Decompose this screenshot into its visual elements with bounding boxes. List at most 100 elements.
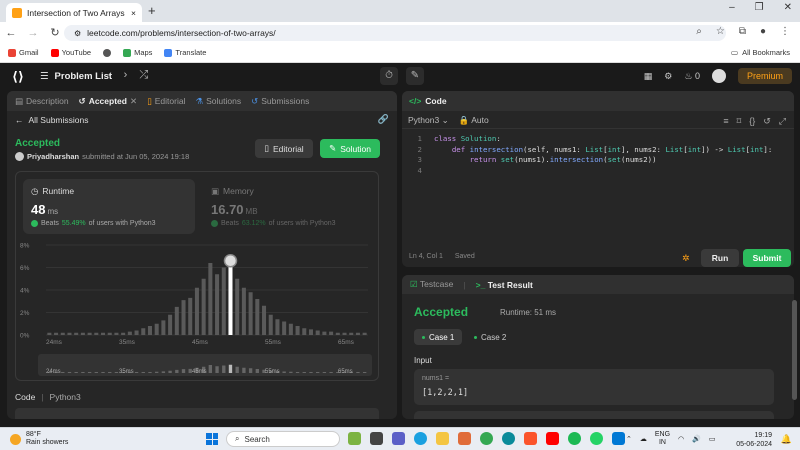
wifi-icon[interactable]: ◠ [678,435,684,443]
bookmark-youtube[interactable]: YouTube [50,48,91,57]
prev-problem-icon[interactable]: ‹ [108,69,112,82]
language-select[interactable]: Python3 ⌄ [408,115,449,126]
leetcode-logo-icon[interactable]: ⟨⟩ [12,69,24,85]
timer-icon[interactable]: ⏱ [380,67,398,85]
mini-x-tick-label: 55ms [265,369,280,375]
zoom-icon[interactable]: ⌕ [696,26,702,37]
shuffle-icon[interactable]: ⤮ [139,69,148,82]
tab-testcase[interactable]: ☑ Testcase [410,279,453,290]
close-tab-icon[interactable]: × [131,8,136,18]
brave-icon[interactable] [524,432,537,445]
memory-card[interactable]: ▣ Memory 16.70 MB Beats 63.12% of users with… [203,179,373,234]
tab-submissions[interactable]: ↺ Submissions [251,96,309,107]
bar [275,319,280,335]
battery-icon[interactable]: ▭ [709,435,716,443]
back-icon[interactable]: ← [0,27,22,39]
url-bar[interactable]: ⚙ leetcode.com/problems/intersection-of-… [64,25,726,41]
task-view-icon[interactable] [370,432,383,445]
widget-icon[interactable] [348,432,361,445]
spotify-icon[interactable] [568,432,581,445]
bookmark-translate[interactable]: Translate [164,48,206,57]
cloud-icon[interactable]: ☁ [640,435,647,443]
taskbar-search[interactable]: ⌕ Search [226,431,340,447]
tab-solutions[interactable]: ⚗ Solutions [195,96,241,107]
bookmark-maps[interactable]: Maps [123,48,152,57]
submit-button[interactable]: Submit [743,249,791,267]
system-clock[interactable]: 19:19 05-06-2024 [736,431,772,449]
all-submissions-link[interactable]: ← All Submissions [15,115,89,125]
bookmark-star-icon[interactable]: ☆ [716,26,725,37]
extensions-icon[interactable]: ⧉ [739,26,746,37]
minimize-button[interactable]: – [729,2,735,13]
code-text: class Solution: [434,134,501,143]
all-bookmarks[interactable]: ▭ All Bookmarks [731,48,790,57]
solution-button[interactable]: ✎ Solution [320,139,380,158]
streak-counter[interactable]: ♨ 0 [684,71,700,82]
runtime-distribution-chart[interactable]: 8% 6% 4% 2% 0% 24ms 35ms 45ms 55ms 65ms 24ms 35ms 45… [16,237,380,377]
format-icon[interactable]: ≡ [723,116,728,126]
system-tray: ⌃ ☁ ENG IN ◠ 🔊 ▭ [626,431,716,447]
volume-icon[interactable]: 🔊 [692,435,701,443]
case-1-tab[interactable]: Case 1 [414,329,463,345]
youtube-app-icon[interactable] [546,432,559,445]
expand-icon[interactable]: ⤢ [779,116,786,127]
tab-test-result[interactable]: >_ Test Result [476,280,533,290]
username[interactable]: Priyadharshan [27,152,79,161]
right-scrollbar[interactable] [792,300,797,400]
new-tab-button[interactable]: + [148,3,156,18]
debugger-icon[interactable]: ✲ [682,253,690,264]
site-info-icon[interactable]: ⚙ [74,29,81,38]
settings-gear-icon[interactable]: ⚙ [664,71,672,82]
chrome-icon[interactable] [480,432,493,445]
edge-icon[interactable] [414,432,427,445]
fire-icon: ♨ [684,70,693,81]
bookmark-icon[interactable]: ⌑ [737,116,742,127]
avatar[interactable] [711,69,726,83]
next-problem-icon[interactable]: › [124,69,128,82]
braces-icon[interactable]: {} [749,116,755,126]
photos-icon[interactable] [612,432,625,445]
tab-description[interactable]: ▤ Description [15,96,69,107]
browser-tab[interactable]: Intersection of Two Arrays - Lee × [6,3,142,22]
notification-bell-icon[interactable]: 🔔 [781,434,792,445]
language-indicator[interactable]: ENG IN [655,431,670,447]
runtime-card[interactable]: ◷ Runtime 48 ms Beats 55.49% of users with P… [23,179,195,234]
premium-button[interactable]: Premium [737,68,792,84]
edit-icon: ✎ [329,143,337,153]
share-link-icon[interactable]: 🔗 [378,114,389,125]
close-tab-x-icon[interactable]: ✕ [130,96,137,107]
bar [201,278,206,335]
teams-icon[interactable] [392,432,405,445]
file-explorer-icon[interactable] [436,432,449,445]
chip-icon: ▣ [211,186,220,196]
bookmark-gmail[interactable]: Gmail [8,48,39,57]
store-icon[interactable] [458,432,471,445]
notes-icon[interactable]: ✎ [406,67,424,85]
tray-chevron-icon[interactable]: ⌃ [626,435,632,443]
reload-icon[interactable]: ↻ [44,26,66,39]
problem-list-button[interactable]: ☰ Problem List [40,71,112,82]
code-editor[interactable]: 1 class Solution: 2 def intersection(self… [408,134,773,176]
auto-mode[interactable]: 🔒 Auto [459,115,489,126]
windows-start-icon[interactable] [206,433,218,445]
mini-bar [161,371,166,373]
layout-icon[interactable]: ▦ [644,71,653,82]
editorial-button[interactable]: ▯ Editorial [255,139,313,158]
problem-nav: ‹ › ⤮ [108,69,148,82]
weather-widget[interactable]: 88°F Rain showers [10,431,68,447]
whatsapp-icon[interactable] [590,432,603,445]
bookmark-globe[interactable] [103,48,112,57]
cursor-position: Ln 4, Col 1 [409,253,443,260]
edge-dev-icon[interactable] [502,432,515,445]
profile-icon[interactable]: ● [760,26,766,37]
maximize-button[interactable]: ❐ [755,2,764,13]
reset-icon[interactable]: ↺ [763,116,771,127]
case-2-tab[interactable]: Case 2 [466,329,514,345]
close-window-button[interactable]: ✕ [784,2,792,13]
tab-accepted[interactable]: ↺ Accepted ✕ [79,96,138,107]
run-button[interactable]: Run [701,249,739,267]
globe-icon [103,48,112,57]
menu-icon[interactable]: ⋮ [780,26,790,37]
forward-icon[interactable]: → [22,27,44,39]
tab-editorial[interactable]: ▯ Editorial [147,96,185,107]
